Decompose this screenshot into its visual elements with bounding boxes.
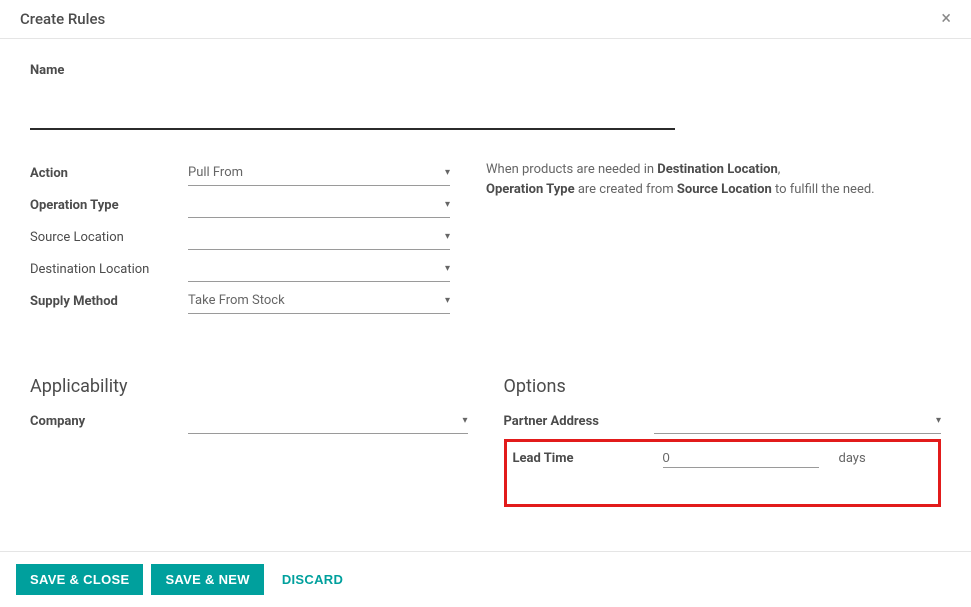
supply-method-value: Take From Stock xyxy=(188,291,441,310)
left-column: Action Pull From ▾ Operation Type ▾ Sour… xyxy=(30,160,450,320)
source-location-select[interactable]: ▾ xyxy=(188,224,450,250)
source-location-label: Source Location xyxy=(30,230,188,245)
company-select[interactable]: ▾ xyxy=(188,408,468,434)
options-section: Options Partner Address ▾ Lead Time days xyxy=(504,376,942,507)
caret-down-icon: ▾ xyxy=(445,167,450,178)
source-location-value xyxy=(188,235,441,239)
name-input[interactable] xyxy=(30,106,675,130)
lead-time-input[interactable] xyxy=(663,448,819,468)
caret-down-icon: ▾ xyxy=(445,231,450,242)
lead-time-label: Lead Time xyxy=(513,451,663,466)
action-label: Action xyxy=(30,166,188,181)
operation-type-label: Operation Type xyxy=(30,198,188,213)
modal-header: Create Rules × xyxy=(0,0,971,39)
close-icon[interactable]: × xyxy=(941,10,951,28)
partner-address-value xyxy=(654,419,932,423)
caret-down-icon: ▾ xyxy=(936,415,941,426)
action-select[interactable]: Pull From ▾ xyxy=(188,160,450,186)
partner-address-label: Partner Address xyxy=(504,414,654,429)
caret-down-icon: ▾ xyxy=(445,295,450,306)
caret-down-icon: ▾ xyxy=(445,199,450,210)
supply-method-select[interactable]: Take From Stock ▾ xyxy=(188,288,450,314)
destination-location-select[interactable]: ▾ xyxy=(188,256,450,282)
save-new-button[interactable]: Save & New xyxy=(151,564,263,595)
hint-text: are created from xyxy=(575,182,677,197)
name-label: Name xyxy=(30,63,941,78)
modal-title: Create Rules xyxy=(20,10,105,28)
operation-type-value xyxy=(188,203,441,207)
hint-bold-destination: Destination Location xyxy=(657,162,778,177)
company-value xyxy=(188,419,458,423)
operation-type-select[interactable]: ▾ xyxy=(188,192,450,218)
hint-text: to fulfill the need. xyxy=(772,182,875,197)
hint-bold-optype: Operation Type xyxy=(486,182,575,197)
action-value: Pull From xyxy=(188,163,441,182)
applicability-section: Applicability Company ▾ xyxy=(30,376,468,507)
hint-text: , xyxy=(778,162,781,177)
destination-location-label: Destination Location xyxy=(30,262,188,277)
save-close-button[interactable]: Save & Close xyxy=(16,564,143,595)
caret-down-icon: ▾ xyxy=(445,263,450,274)
caret-down-icon: ▾ xyxy=(462,415,467,426)
destination-location-value xyxy=(188,267,441,271)
options-title: Options xyxy=(504,376,942,397)
company-label: Company xyxy=(30,414,188,429)
hint-panel: When products are needed in Destination … xyxy=(486,160,941,320)
partner-address-select[interactable]: ▾ xyxy=(654,408,942,434)
supply-method-label: Supply Method xyxy=(30,294,188,309)
modal-footer: Save & Close Save & New Discard xyxy=(0,551,971,607)
hint-bold-source: Source Location xyxy=(677,182,772,197)
create-rules-modal: Create Rules × Name Action Pull From ▾ O… xyxy=(0,0,971,607)
lead-time-highlight: Lead Time days xyxy=(504,439,942,507)
modal-body: Name Action Pull From ▾ Operation Type ▾ xyxy=(0,39,971,527)
applicability-title: Applicability xyxy=(30,376,468,397)
hint-text: When products are needed in xyxy=(486,162,657,177)
lead-time-unit: days xyxy=(839,451,866,466)
discard-button[interactable]: Discard xyxy=(272,564,357,595)
